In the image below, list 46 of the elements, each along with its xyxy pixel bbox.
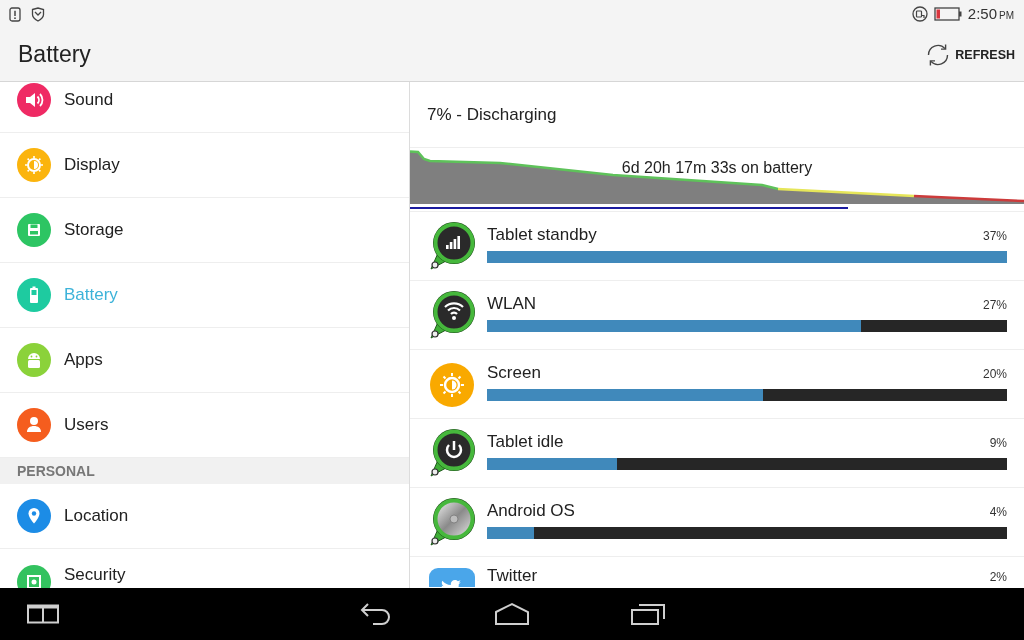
recent-apps-icon[interactable] <box>630 602 666 626</box>
wifi-icon <box>428 290 476 342</box>
usage-name: Android OS <box>487 501 575 521</box>
floppy-disk-icon <box>17 213 51 247</box>
status-time-period: PM <box>999 10 1014 21</box>
usage-percent: 20% <box>982 367 1007 381</box>
shield-icon <box>31 6 45 22</box>
settings-item[interactable]: Storage <box>0 198 409 263</box>
settings-item[interactable]: Location <box>0 484 409 549</box>
usage-name: WLAN <box>487 294 537 314</box>
location-pin-icon <box>17 499 51 533</box>
refresh-button[interactable]: REFRESH <box>923 37 1015 72</box>
usage-name: Screen <box>487 363 541 383</box>
metal-disc-icon <box>428 497 476 549</box>
usage-percent: 4% <box>989 505 1007 519</box>
usage-item[interactable]: WLAN 27% <box>410 281 1024 350</box>
settings-item[interactable]: Display <box>0 133 409 198</box>
settings-item[interactable]: Apps <box>0 328 409 393</box>
usage-item[interactable]: Android OS 4% <box>410 488 1024 557</box>
usage-percent: 9% <box>989 436 1007 450</box>
split-window-icon[interactable] <box>27 604 59 624</box>
usage-percent: 2% <box>989 570 1007 584</box>
settings-item[interactable]: Sound <box>0 82 409 133</box>
settings-item[interactable]: Security <box>0 549 409 588</box>
power-icon <box>428 428 476 480</box>
usage-name: Twitter <box>487 566 538 586</box>
usage-percent: 37% <box>982 229 1007 243</box>
battery-time-label: 6d 20h 17m 33s on battery <box>621 159 813 177</box>
usage-percent: 27% <box>982 298 1007 312</box>
usage-item[interactable]: Screen 20% <box>410 350 1024 419</box>
battery-status: 7% - Discharging <box>427 104 557 125</box>
status-time: 2:50 <box>967 5 997 22</box>
battery-icon <box>933 7 962 21</box>
brightness-icon <box>17 148 51 182</box>
usage-name: Tablet idle <box>487 432 564 452</box>
battery-icon <box>17 278 51 312</box>
home-icon[interactable] <box>494 602 530 626</box>
android-robot-icon <box>17 343 51 377</box>
signal-bars-icon <box>428 221 476 273</box>
section-header: PERSONAL <box>17 463 95 479</box>
person-icon <box>17 408 51 442</box>
usage-item[interactable]: Tablet standby 37% <box>410 212 1024 281</box>
usage-item[interactable]: Tablet idle 9% <box>410 419 1024 488</box>
usage-name: Tablet standby <box>487 225 597 245</box>
page-title: Battery <box>18 41 92 68</box>
exclamation-icon <box>9 6 21 22</box>
